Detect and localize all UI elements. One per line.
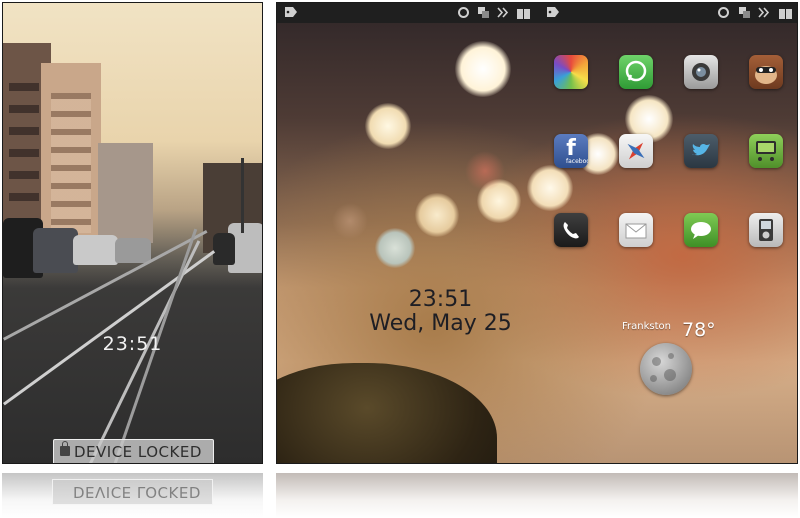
home-clock: 23:51 Wed, May 25 [343, 288, 538, 336]
weather-city: Frankston [622, 321, 671, 332]
car-4 [115, 238, 151, 263]
lock-screen: 23:51 DEVICE LOCKED [2, 2, 263, 464]
messages-app-icon[interactable] [684, 213, 718, 247]
bokeh-light [455, 41, 511, 97]
windows-icon[interactable] [738, 7, 750, 18]
moon-crater [668, 353, 674, 359]
tag-icon[interactable] [547, 7, 559, 18]
photos-app-icon[interactable] [554, 55, 588, 89]
game-app-icon[interactable] [749, 134, 783, 168]
bokeh-light [465, 151, 505, 191]
bokeh-light [332, 203, 368, 239]
battery-icon [524, 9, 530, 19]
battery-icon [786, 9, 792, 19]
weather-temperature: 78° [682, 319, 716, 341]
battery-icon [517, 9, 523, 19]
home-screen-reflection [276, 473, 798, 518]
car-2 [33, 228, 78, 273]
device-locked-badge[interactable]: DEVICE LOCKED [53, 439, 214, 463]
building-left-3 [98, 143, 153, 243]
bokeh-light [415, 193, 459, 237]
twitter-app-icon[interactable] [684, 134, 718, 168]
windows-icon[interactable] [477, 7, 489, 18]
clock-date: Wed, May 25 [369, 311, 512, 336]
home-screen: f facebook 23:51 Wed, May 25 Frankston 7… [276, 2, 798, 464]
window-row [9, 83, 39, 203]
window-row-2 [51, 93, 91, 233]
bokeh-light [375, 228, 415, 268]
battery-icon [779, 9, 785, 19]
clock-time: 23:51 [408, 287, 473, 312]
tag-icon[interactable] [285, 7, 297, 18]
mail-app-icon[interactable] [619, 213, 653, 247]
lock-clock: 23:51 [102, 333, 163, 355]
moon-crater [664, 369, 676, 381]
ipod-app-icon[interactable] [749, 213, 783, 247]
moon-crater [650, 375, 657, 382]
circle-icon[interactable] [717, 7, 729, 18]
facebook-label: facebook [566, 158, 588, 165]
moon-icon[interactable] [640, 343, 692, 395]
car-3 [73, 235, 118, 265]
foreground-rock [277, 363, 497, 463]
padlock-icon [60, 441, 70, 456]
circle-icon[interactable] [457, 7, 469, 18]
whatsapp-app-icon[interactable] [619, 55, 653, 89]
device-locked-reflection: DEVICE LOCKED [52, 479, 213, 505]
arrows-icon[interactable] [758, 7, 774, 18]
camera-app-icon[interactable] [684, 55, 718, 89]
car-6 [213, 233, 235, 265]
lock-screen-reflection: DEVICE LOCKED [2, 473, 263, 518]
bokeh-light [365, 103, 411, 149]
moon-crater [652, 357, 661, 366]
facebook-app-icon[interactable]: f facebook [554, 134, 588, 168]
compass-app-icon[interactable] [619, 134, 653, 168]
monkey-app-icon[interactable] [749, 55, 783, 89]
phone-app-icon[interactable] [554, 213, 588, 247]
device-locked-reflection-label: DEVICE LOCKED [73, 483, 201, 501]
arrows-icon[interactable] [497, 7, 513, 18]
status-bar [277, 3, 797, 23]
bokeh-light [527, 165, 573, 211]
device-locked-label: DEVICE LOCKED [74, 443, 202, 461]
pole [241, 158, 244, 233]
